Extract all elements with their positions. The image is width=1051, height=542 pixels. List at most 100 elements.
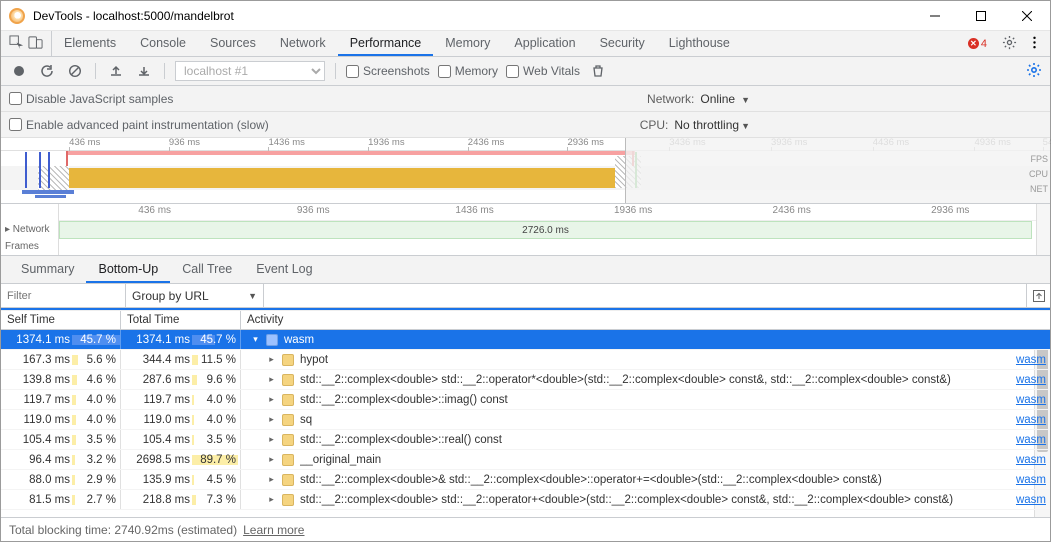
sub-tab-call-tree[interactable]: Call Tree bbox=[170, 256, 244, 283]
sub-tab-summary[interactable]: Summary bbox=[9, 256, 86, 283]
settings-gear-icon[interactable] bbox=[1002, 35, 1017, 53]
chevron-right-icon[interactable] bbox=[267, 375, 276, 384]
overview-tick: 1436 ms bbox=[268, 138, 304, 149]
table-row[interactable]: 119.0 ms4.0 %119.0 ms4.0 %sqwasm bbox=[1, 410, 1050, 430]
main-tab-performance[interactable]: Performance bbox=[338, 31, 434, 56]
flame-tick: 2936 ms bbox=[931, 205, 969, 216]
screenshots-checkbox[interactable]: Screenshots bbox=[346, 64, 430, 78]
table-row[interactable]: 105.4 ms3.5 %105.4 ms3.5 %std::__2::comp… bbox=[1, 430, 1050, 450]
device-toolbar-icon[interactable] bbox=[28, 35, 43, 53]
devtools-app-icon bbox=[9, 8, 25, 24]
flame-scrollbar[interactable] bbox=[1036, 204, 1050, 255]
bottom-up-table: Self Time Total Time Activity 1374.1 ms4… bbox=[1, 308, 1050, 517]
overview-timeline[interactable]: 436 ms936 ms1436 ms1936 ms2436 ms2936 ms… bbox=[1, 138, 1050, 204]
recording-select[interactable]: localhost #1 bbox=[175, 61, 325, 81]
adv-paint-checkbox[interactable]: Enable advanced paint instrumentation (s… bbox=[9, 118, 269, 132]
source-link[interactable]: wasm bbox=[1016, 454, 1046, 466]
title-bar: DevTools - localhost:5000/mandelbrot bbox=[1, 1, 1050, 31]
main-tab-console[interactable]: Console bbox=[128, 31, 198, 56]
more-menu-icon[interactable] bbox=[1027, 35, 1042, 53]
table-row[interactable]: 119.7 ms4.0 %119.7 ms4.0 %std::__2::comp… bbox=[1, 390, 1050, 410]
chevron-right-icon[interactable] bbox=[267, 395, 276, 404]
flame-tick: 436 ms bbox=[138, 205, 171, 216]
script-icon bbox=[282, 414, 294, 426]
sub-tab-bottom-up[interactable]: Bottom-Up bbox=[86, 256, 170, 283]
error-count-badge[interactable]: ✕ 4 bbox=[963, 37, 992, 51]
inspect-element-icon[interactable] bbox=[9, 35, 24, 53]
filter-input[interactable] bbox=[1, 284, 126, 307]
clear-button[interactable] bbox=[65, 61, 85, 81]
group-by-select[interactable]: Group by URL ▼ bbox=[126, 284, 264, 307]
chevron-down-icon: ▼ bbox=[248, 291, 257, 301]
cpu-select[interactable]: No throttling▼ bbox=[674, 118, 750, 132]
main-tab-security[interactable]: Security bbox=[588, 31, 657, 56]
disable-js-checkbox[interactable]: Disable JavaScript samples bbox=[9, 92, 173, 106]
table-row[interactable]: 96.4 ms3.2 %2698.5 ms89.7 %__original_ma… bbox=[1, 450, 1050, 470]
table-header: Self Time Total Time Activity bbox=[1, 310, 1050, 330]
table-row[interactable]: 88.0 ms2.9 %135.9 ms4.5 %std::__2::compl… bbox=[1, 470, 1050, 490]
main-tab-network[interactable]: Network bbox=[268, 31, 338, 56]
devtools-window: DevTools - localhost:5000/mandelbrot Ele… bbox=[0, 0, 1051, 542]
main-flame-pane[interactable]: ▸ NetworkFrames 436 ms936 ms1436 ms1936 … bbox=[1, 204, 1050, 256]
chevron-right-icon[interactable] bbox=[267, 355, 276, 364]
script-icon bbox=[282, 434, 294, 446]
overview-lane-label: FPS bbox=[1029, 152, 1048, 167]
source-link[interactable]: wasm bbox=[1016, 474, 1046, 486]
script-icon bbox=[282, 494, 294, 506]
overview-tick: 2436 ms bbox=[468, 138, 504, 149]
frame-bar[interactable]: 2726.0 ms bbox=[59, 221, 1032, 239]
chevron-right-icon[interactable] bbox=[267, 415, 276, 424]
load-profile-icon[interactable] bbox=[106, 61, 126, 81]
memory-checkbox[interactable]: Memory bbox=[438, 64, 498, 78]
collect-garbage-icon[interactable] bbox=[588, 61, 608, 81]
sub-tab-strip: SummaryBottom-UpCall TreeEvent Log bbox=[1, 256, 1050, 284]
script-icon bbox=[282, 374, 294, 386]
flame-row-label bbox=[1, 204, 58, 221]
window-minimize-button[interactable] bbox=[912, 1, 958, 31]
source-link[interactable]: wasm bbox=[1016, 434, 1046, 446]
activity-label: __original_main bbox=[300, 454, 1010, 466]
table-row[interactable]: 1374.1 ms45.7 %1374.1 ms45.7 %wasm bbox=[1, 330, 1050, 350]
source-link[interactable]: wasm bbox=[1016, 374, 1046, 386]
th-self-time[interactable]: Self Time bbox=[1, 311, 121, 329]
source-link[interactable]: wasm bbox=[1016, 414, 1046, 426]
table-row[interactable]: 81.5 ms2.7 %218.8 ms7.3 %std::__2::compl… bbox=[1, 490, 1050, 510]
source-link[interactable]: wasm bbox=[1016, 394, 1046, 406]
source-link[interactable]: wasm bbox=[1016, 494, 1046, 506]
source-link[interactable]: wasm bbox=[1016, 354, 1046, 366]
main-tab-lighthouse[interactable]: Lighthouse bbox=[657, 31, 742, 56]
learn-more-link[interactable]: Learn more bbox=[243, 523, 304, 537]
total-blocking-time: Total blocking time: 2740.92ms (estimate… bbox=[9, 523, 237, 537]
table-row[interactable]: 139.8 ms4.6 %287.6 ms9.6 %std::__2::comp… bbox=[1, 370, 1050, 390]
flame-tick: 1936 ms bbox=[614, 205, 652, 216]
web-vitals-checkbox[interactable]: Web Vitals bbox=[506, 64, 580, 78]
overview-tick: 2936 ms bbox=[567, 138, 603, 149]
main-tab-memory[interactable]: Memory bbox=[433, 31, 502, 56]
flame-row-label: Frames bbox=[1, 238, 58, 255]
chevron-right-icon[interactable] bbox=[267, 435, 276, 444]
window-close-button[interactable] bbox=[1004, 1, 1050, 31]
th-activity[interactable]: Activity bbox=[241, 311, 1050, 329]
reload-record-button[interactable] bbox=[37, 61, 57, 81]
save-profile-icon[interactable] bbox=[134, 61, 154, 81]
overview-tick: 1936 ms bbox=[368, 138, 404, 149]
table-row[interactable]: 167.3 ms5.6 %344.4 ms11.5 %hypotwasm bbox=[1, 350, 1050, 370]
main-tab-sources[interactable]: Sources bbox=[198, 31, 268, 56]
record-button[interactable] bbox=[9, 61, 29, 81]
activity-label: hypot bbox=[300, 354, 1010, 366]
script-icon bbox=[282, 394, 294, 406]
network-select[interactable]: Online▼ bbox=[700, 92, 750, 106]
main-tab-elements[interactable]: Elements bbox=[52, 31, 128, 56]
chevron-right-icon[interactable] bbox=[267, 475, 276, 484]
th-total-time[interactable]: Total Time bbox=[121, 311, 241, 329]
sub-tab-event-log[interactable]: Event Log bbox=[244, 256, 324, 283]
chevron-right-icon[interactable] bbox=[267, 495, 276, 504]
status-bar: Total blocking time: 2740.92ms (estimate… bbox=[1, 517, 1050, 541]
chevron-down-icon[interactable] bbox=[251, 335, 260, 344]
window-maximize-button[interactable] bbox=[958, 1, 1004, 31]
chevron-right-icon[interactable] bbox=[267, 455, 276, 464]
show-heaviest-stack-icon[interactable] bbox=[1026, 284, 1050, 307]
main-tab-application[interactable]: Application bbox=[502, 31, 587, 56]
capture-settings-gear-icon[interactable] bbox=[1026, 62, 1042, 81]
activity-label: std::__2::complex<double> std::__2::oper… bbox=[300, 494, 1010, 506]
